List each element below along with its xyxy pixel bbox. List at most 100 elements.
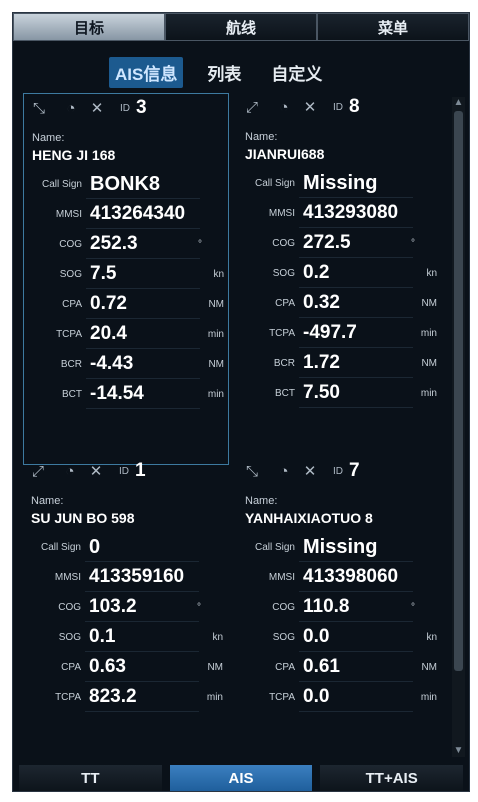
cog-unit: ° <box>411 238 415 249</box>
mmsi-value: 413293080 <box>303 202 399 223</box>
row-cpa: CPA 0.72 NM <box>24 290 230 320</box>
sub-tab-bar: AIS信息 列表 自定义 <box>109 56 328 88</box>
collapse-arrows-icon[interactable]: ⤡ <box>30 100 48 118</box>
cpa-unit: NM <box>208 299 224 310</box>
expand-arrows-icon[interactable]: ⤢ <box>243 99 261 117</box>
row-sog: SOG 0.0 kn <box>237 623 443 653</box>
cpa-value: 0.63 <box>89 656 126 677</box>
target-name: HENG JI 168 <box>32 147 116 163</box>
mmsi-label: MMSI <box>55 209 82 220</box>
close-icon[interactable]: ✕ <box>87 463 105 481</box>
id-label: ID <box>333 102 343 113</box>
tab-menu[interactable]: 菜单 <box>317 13 469 41</box>
scroll-up-icon[interactable]: ▲ <box>452 97 465 109</box>
call-sign-value: 0 <box>89 536 101 558</box>
bct-value: 7.50 <box>303 382 340 403</box>
cog-unit: ° <box>411 602 415 613</box>
tab-target[interactable]: 目标 <box>13 13 165 41</box>
target-card-id-8[interactable]: ⤢ ◔ ✕ ID 8 Name: JIANRUI688 Call Sign Mis… <box>237 93 443 465</box>
subtab-ais-info[interactable]: AIS信息 <box>109 56 184 88</box>
id-label: ID <box>119 466 129 477</box>
tab-route[interactable]: 航线 <box>165 13 317 41</box>
close-icon[interactable]: ✕ <box>88 100 106 118</box>
vertical-scrollbar[interactable]: ▲ ▼ <box>452 97 465 757</box>
row-cog: COG 252.3 ° <box>24 230 230 260</box>
row-sog: SOG 0.2 kn <box>237 259 443 289</box>
sog-unit: kn <box>426 268 437 279</box>
row-mmsi: MMSI 413398060 <box>237 563 443 593</box>
row-cog: COG 110.8 ° <box>237 593 443 623</box>
sog-label: SOG <box>58 632 81 643</box>
cog-label: COG <box>58 602 81 613</box>
row-bct: BCT -14.54 min <box>24 380 230 410</box>
row-cpa: CPA 0.32 NM <box>237 289 443 319</box>
scrollbar-thumb[interactable] <box>454 111 463 671</box>
sog-label: SOG <box>272 268 295 279</box>
target-id: 8 <box>349 96 360 117</box>
target-id: 1 <box>135 460 146 481</box>
tcpa-unit: min <box>206 692 223 703</box>
bct-label: BCT <box>62 389 82 400</box>
cog-label: COG <box>272 602 295 613</box>
cpa-label: CPA <box>61 662 81 673</box>
sog-value: 0.2 <box>303 262 330 283</box>
cpa-value: 0.61 <box>303 656 340 677</box>
row-cog: COG 103.2 ° <box>23 593 229 623</box>
expand-arrows-icon[interactable]: ⤢ <box>29 463 47 481</box>
cpa-unit: NM <box>421 298 437 309</box>
tab-tt-ais[interactable]: TT+AIS <box>320 765 464 791</box>
row-call-sign: Call Sign Missing <box>237 533 443 563</box>
row-call-sign: Call Sign 0 <box>23 533 229 563</box>
target-name: YANHAIXIAOTUO 8 <box>245 510 373 526</box>
track-circle-icon[interactable]: ◔ <box>61 463 79 481</box>
row-sog: SOG 7.5 kn <box>24 260 230 290</box>
track-circle-icon[interactable]: ◔ <box>275 99 293 117</box>
tab-ais[interactable]: AIS <box>169 765 313 791</box>
tcpa-unit: min <box>207 329 224 340</box>
target-id: 3 <box>136 97 147 118</box>
tcpa-value: 0.0 <box>303 686 330 707</box>
bottom-tab-bar: TT AIS TT+AIS <box>13 765 469 791</box>
target-card-id-3[interactable]: ⤡ ◔ ✕ ID 3 Name: HENG JI 168 Call Sign BO… <box>23 93 229 465</box>
subtab-custom[interactable]: 自定义 <box>265 57 328 88</box>
bct-unit: min <box>420 388 437 399</box>
mmsi-label: MMSI <box>54 572 81 583</box>
collapse-arrows-icon[interactable]: ⤡ <box>243 463 261 481</box>
row-bcr: BCR 1.72 NM <box>237 349 443 379</box>
sog-value: 7.5 <box>90 263 117 284</box>
bcr-value: -4.43 <box>90 353 134 374</box>
cog-label: COG <box>272 238 295 249</box>
close-icon[interactable]: ✕ <box>301 463 319 481</box>
sog-value: 0.0 <box>303 626 330 647</box>
call-sign-label: Call Sign <box>254 542 295 553</box>
target-card-id-1[interactable]: ⤢ ◔ ✕ ID 1 Name: SU JUN BO 598 Call Sign… <box>23 457 229 741</box>
ais-panel: 目标 航线 菜单 AIS信息 列表 自定义 ⤡ ◔ ✕ ID 3 Name: H… <box>12 12 470 792</box>
cog-unit: ° <box>197 602 201 613</box>
track-circle-icon[interactable]: ◔ <box>62 100 80 118</box>
row-cog: COG 272.5 ° <box>237 229 443 259</box>
bcr-value: 1.72 <box>303 352 340 373</box>
tcpa-label: TCPA <box>269 328 295 339</box>
track-circle-icon[interactable]: ◔ <box>275 463 293 481</box>
target-card-id-7[interactable]: ⤡ ◔ ✕ ID 7 Name: YANHAIXIAOTUO 8 Call Si… <box>237 457 443 741</box>
cpa-value: 0.32 <box>303 292 340 313</box>
call-sign-label: Call Sign <box>254 178 295 189</box>
tcpa-label: TCPA <box>269 692 295 703</box>
id-label: ID <box>120 103 130 114</box>
close-icon[interactable]: ✕ <box>301 99 319 117</box>
cpa-unit: NM <box>207 662 223 673</box>
row-cpa: CPA 0.61 NM <box>237 653 443 683</box>
subtab-list[interactable]: 列表 <box>201 57 247 88</box>
name-label: Name: <box>245 495 278 507</box>
row-tcpa: TCPA 20.4 min <box>24 320 230 350</box>
tcpa-value: 20.4 <box>90 323 127 344</box>
call-sign-value: Missing <box>303 536 378 558</box>
row-mmsi: MMSI 413359160 <box>23 563 229 593</box>
scroll-down-icon[interactable]: ▼ <box>452 745 465 757</box>
tcpa-label: TCPA <box>55 692 81 703</box>
call-sign-value: BONK8 <box>90 173 161 195</box>
call-sign-label: Call Sign <box>41 179 82 190</box>
tab-tt[interactable]: TT <box>19 765 162 791</box>
bcr-unit: NM <box>421 358 437 369</box>
row-mmsi: MMSI 413293080 <box>237 199 443 229</box>
